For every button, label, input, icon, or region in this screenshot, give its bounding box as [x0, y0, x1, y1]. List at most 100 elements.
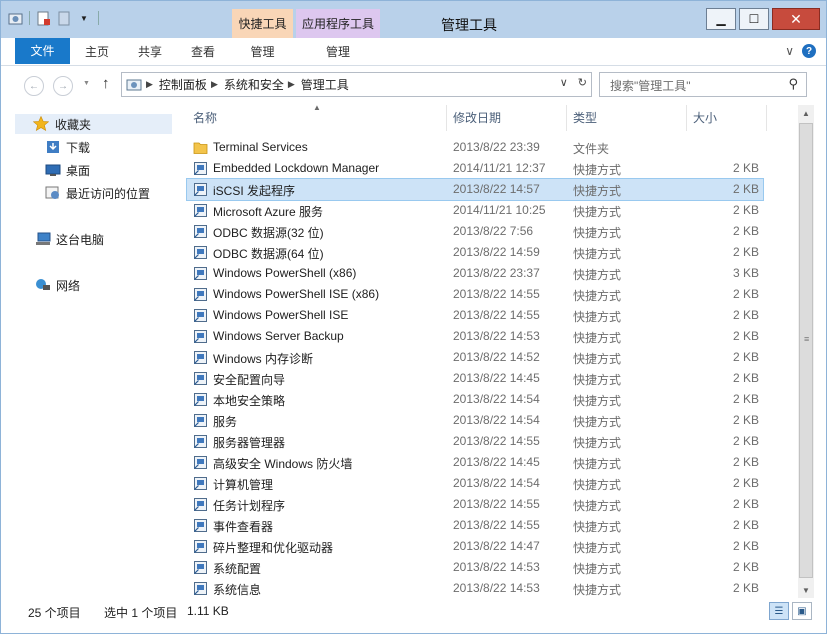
file-row[interactable]: 系统配置 2013/8/22 14:53 快捷方式 2 KB [187, 557, 763, 578]
file-row[interactable]: Windows 内存诊断 2013/8/22 14:52 快捷方式 2 KB [187, 347, 763, 368]
forward-arrow-icon: → [58, 80, 68, 92]
search-box[interactable]: 搜索"管理工具" ⚲ [599, 72, 807, 97]
network-icon [35, 278, 51, 292]
file-row[interactable]: ODBC 数据源(32 位) 2013/8/22 7:56 快捷方式 2 KB [187, 221, 763, 242]
column-header-date[interactable]: 修改日期 [447, 105, 567, 131]
tab-view[interactable]: 查看 [187, 38, 219, 64]
file-row[interactable]: Windows PowerShell (x86) 2013/8/22 23:37 快… [187, 263, 763, 284]
file-row[interactable]: 高级安全 Windows 防火墙 2013/8/22 14:45 快捷方式 2 KB [187, 452, 763, 473]
close-button[interactable]: ✕ [772, 8, 820, 30]
file-name: 系统信息 [213, 583, 262, 597]
file-row[interactable]: Embedded Lockdown Manager 2014/11/21 12:3… [187, 158, 763, 179]
file-name: Windows PowerShell ISE (x86) [213, 287, 380, 301]
vertical-scrollbar[interactable]: ▲ ≡ ▼ [798, 105, 814, 598]
back-button[interactable]: ← [24, 76, 44, 96]
breadcrumb-chevron-icon[interactable]: ▶ [288, 79, 295, 90]
task-scheduler-icon [193, 497, 208, 512]
file-type: 快捷方式 [573, 226, 622, 240]
file-row[interactable]: 系统信息 2013/8/22 14:53 快捷方式 2 KB [187, 578, 763, 599]
breadcrumb-chevron-icon[interactable]: ▶ [146, 79, 153, 90]
help-icon[interactable]: ? [802, 44, 816, 58]
qat-dropdown-icon[interactable]: ▼ [76, 10, 92, 26]
tab-manage-shortcut[interactable]: 管理 [232, 38, 293, 64]
tab-share[interactable]: 共享 [134, 38, 166, 64]
file-date: 2013/8/22 14:57 [453, 182, 540, 196]
details-view-button[interactable]: ☰ [769, 602, 789, 620]
nav-item-desktop[interactable]: 桌面 [45, 160, 90, 180]
breadcrumb-system-security[interactable]: 系统和安全 [224, 76, 284, 93]
file-row[interactable]: 计算机管理 2013/8/22 14:54 快捷方式 2 KB [187, 473, 763, 494]
scroll-up-arrow-icon[interactable]: ▲ [798, 105, 814, 121]
ribbon-tabs: 文件 主页 共享 查看 管理 管理 ∨ ? [1, 38, 826, 66]
nav-item-this-pc[interactable]: 这台电脑 [35, 229, 104, 249]
file-name: 高级安全 Windows 防火墙 [213, 457, 353, 471]
file-row[interactable]: 服务 2013/8/22 14:54 快捷方式 2 KB [187, 410, 763, 431]
system-menu-icon[interactable] [7, 10, 23, 26]
memory-icon [193, 350, 208, 365]
quick-access-toolbar: ▼ [7, 10, 101, 26]
new-folder-icon[interactable] [56, 10, 72, 26]
file-row[interactable]: Windows PowerShell ISE (x86) 2013/8/22 14… [187, 284, 763, 305]
column-header-type[interactable]: 类型 [567, 105, 687, 131]
nav-item-network[interactable]: 网络 [35, 275, 80, 295]
refresh-icon[interactable]: ↻ [578, 76, 587, 89]
file-row[interactable]: Windows Server Backup 2013/8/22 14:53 快捷方式… [187, 326, 763, 347]
context-tab-shortcut-tools: 快捷工具 [232, 9, 293, 38]
file-row[interactable]: Microsoft Azure 服务 2014/11/21 10:25 快捷方式 2 … [187, 200, 763, 221]
window-title: 管理工具 [441, 17, 497, 33]
nav-item-downloads[interactable]: 下载 [45, 137, 90, 157]
minimize-button[interactable]: ▁ [706, 8, 736, 30]
file-row[interactable]: Terminal Services 2013/8/22 23:39 文件夹 [187, 137, 763, 158]
column-header-size[interactable]: 大小 [687, 105, 767, 131]
maximize-button[interactable]: ☐ [739, 8, 769, 30]
file-type: 快捷方式 [573, 184, 622, 198]
properties-icon[interactable] [36, 10, 52, 26]
file-name: ODBC 数据源(32 位) [213, 226, 324, 240]
up-button[interactable]: ↑ [102, 75, 110, 92]
tab-manage-application[interactable]: 管理 [296, 38, 380, 64]
file-date: 2013/8/22 14:55 [453, 308, 540, 322]
scroll-down-arrow-icon[interactable]: ▼ [798, 582, 814, 598]
file-row[interactable]: 本地安全策略 2013/8/22 14:54 快捷方式 2 KB [187, 389, 763, 410]
file-row[interactable]: 服务器管理器 2013/8/22 14:55 快捷方式 2 KB [187, 431, 763, 452]
file-date: 2013/8/22 14:55 [453, 518, 540, 532]
breadcrumb-control-panel[interactable]: 控制面板 [159, 76, 207, 93]
lockdown-icon [193, 161, 208, 176]
file-name: Embedded Lockdown Manager [213, 161, 380, 175]
file-date: 2013/8/22 14:47 [453, 539, 540, 553]
file-date: 2013/8/22 14:53 [453, 581, 540, 595]
column-header-name[interactable]: 名称 [187, 105, 447, 131]
file-row[interactable]: 安全配置向导 2013/8/22 14:45 快捷方式 2 KB [187, 368, 763, 389]
file-row[interactable]: 事件查看器 2013/8/22 14:55 快捷方式 2 KB [187, 515, 763, 536]
tab-home[interactable]: 主页 [81, 38, 113, 64]
file-type: 文件夹 [573, 142, 610, 156]
search-input[interactable]: 搜索"管理工具" [610, 77, 691, 94]
forward-button[interactable]: → [53, 76, 73, 96]
file-row[interactable]: ODBC 数据源(64 位) 2013/8/22 14:59 快捷方式 2 KB [187, 242, 763, 263]
file-size: 2 KB [732, 371, 759, 385]
file-type: 快捷方式 [573, 562, 622, 576]
file-row[interactable]: 任务计划程序 2013/8/22 14:55 快捷方式 2 KB [187, 494, 763, 515]
search-icon[interactable]: ⚲ [788, 76, 798, 92]
file-size: 2 KB [732, 308, 759, 322]
nav-item-favorites[interactable]: 收藏夹 [15, 114, 172, 134]
file-size: 2 KB [732, 413, 759, 427]
breadcrumb-chevron-icon[interactable]: ▶ [211, 79, 218, 90]
nav-item-recent[interactable]: 最近访问的位置 [45, 183, 150, 203]
column-header-label: 名称 [193, 111, 218, 125]
tab-file[interactable]: 文件 [15, 38, 70, 64]
column-header-label: 类型 [573, 111, 598, 125]
file-row[interactable]: iSCSI 发起程序 2013/8/22 14:57 快捷方式 2 KB [186, 178, 764, 201]
powershell-icon [193, 308, 208, 323]
address-bar[interactable]: ▶ 控制面板 ▶ 系统和安全 ▶ 管理工具 ∨ ↻ [121, 72, 592, 97]
file-name: Windows PowerShell (x86) [213, 266, 357, 280]
file-row[interactable]: 碎片整理和优化驱动器 2013/8/22 14:47 快捷方式 2 KB [187, 536, 763, 557]
ribbon-expand-icon[interactable]: ∨ [785, 44, 794, 58]
recent-locations-dropdown-icon[interactable]: ▼ [83, 80, 90, 87]
scrollbar-thumb[interactable]: ≡ [799, 123, 813, 578]
file-row[interactable]: Windows PowerShell ISE 2013/8/22 14:55 快捷方… [187, 305, 763, 326]
address-dropdown-icon[interactable]: ∨ [560, 76, 568, 89]
breadcrumb-admin-tools[interactable]: 管理工具 [301, 76, 349, 93]
scrollbar-grip-icon: ≡ [804, 334, 810, 344]
large-icons-view-button[interactable]: ▣ [792, 602, 812, 620]
